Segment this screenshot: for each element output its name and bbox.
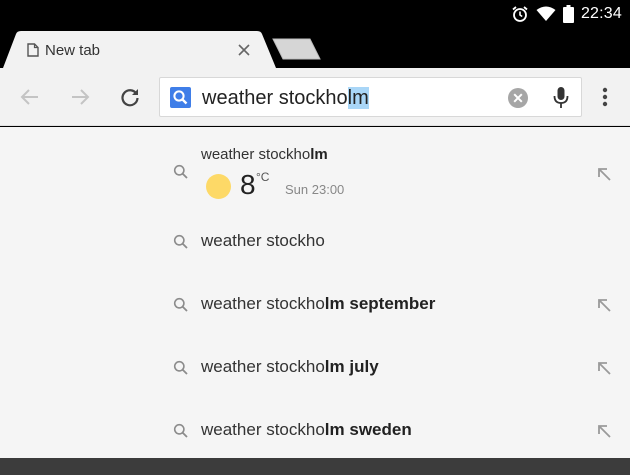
new-tab-button[interactable] (272, 38, 322, 60)
search-icon (173, 297, 188, 312)
search-icon (173, 423, 188, 438)
suggestion-list: weather stockholm 8 °C Sun 23:00 weather… (0, 127, 630, 458)
suggestion-item[interactable]: weather stockholm september (0, 273, 630, 336)
refine-arrow-icon[interactable] (596, 297, 612, 313)
microphone-icon[interactable] (552, 86, 570, 110)
suggestion-text: weather stockholm july (201, 357, 379, 376)
bottom-bar (0, 458, 630, 475)
reload-icon[interactable] (118, 85, 142, 109)
overflow-menu-icon[interactable] (598, 85, 612, 109)
toolbar: weather stockholm (0, 68, 630, 126)
omnibox-input[interactable]: weather stockholm (202, 86, 369, 110)
refine-arrow-icon[interactable] (596, 360, 612, 376)
omnibox-typed-text: weather stockho (202, 87, 348, 109)
temperature: 8 (240, 169, 256, 200)
tab-strip: New tab (0, 28, 630, 68)
page-icon (27, 43, 39, 57)
sun-icon (206, 174, 231, 199)
search-icon (173, 234, 188, 249)
weather-time: Sun 23:00 (285, 182, 345, 197)
temperature-unit: °C (256, 170, 270, 184)
close-tab-icon[interactable] (236, 42, 252, 58)
omnibox-selected-text: lm (347, 87, 369, 109)
suggestion-text: weather stockholm (201, 146, 328, 163)
omnibox[interactable]: weather stockholm (159, 77, 582, 117)
suggestion-text: weather stockho (201, 231, 325, 250)
status-icons: 22:34 (511, 4, 622, 24)
suggestion-item[interactable]: weather stockho (0, 210, 630, 273)
suggestion-text: weather stockholm sweden (201, 420, 412, 439)
wifi-icon (536, 6, 556, 21)
search-engine-icon (170, 87, 191, 108)
suggestion-text: weather stockholm september (201, 294, 436, 313)
status-time: 22:34 (580, 5, 622, 22)
forward-arrow-icon[interactable] (68, 85, 92, 109)
alarm-icon (512, 6, 528, 22)
suggestion-item[interactable]: weather stockholm sweden (0, 399, 630, 462)
search-icon (173, 360, 188, 375)
back-arrow-icon[interactable] (18, 85, 42, 109)
battery-icon (562, 5, 574, 23)
suggestion-weather[interactable]: weather stockholm 8 °C Sun 23:00 (0, 127, 630, 213)
clear-input-icon[interactable] (508, 88, 528, 108)
status-bar: 22:34 (0, 0, 630, 28)
search-icon (173, 164, 188, 179)
suggestion-item[interactable]: weather stockholm july (0, 336, 630, 399)
refine-arrow-icon[interactable] (596, 423, 612, 439)
tab-title: New tab (45, 42, 101, 59)
refine-arrow-icon[interactable] (596, 166, 612, 182)
tab-new-tab[interactable]: New tab (3, 31, 276, 68)
